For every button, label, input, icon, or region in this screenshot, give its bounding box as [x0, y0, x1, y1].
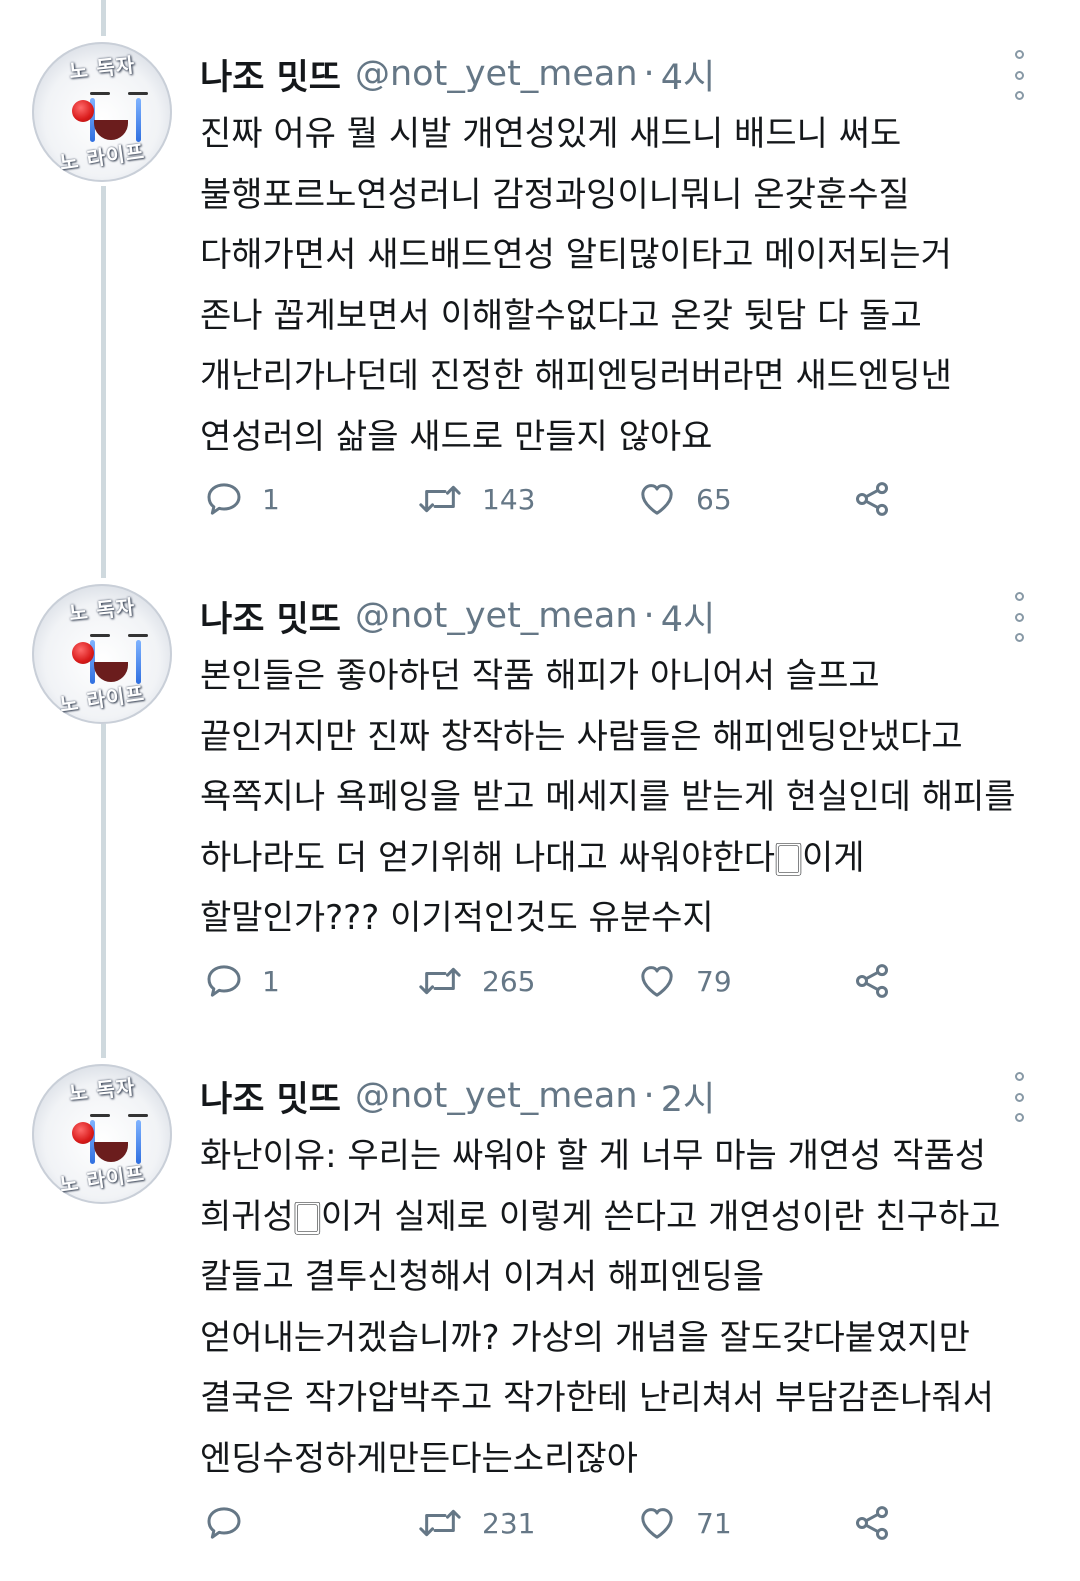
like-count: 71 — [696, 1506, 732, 1540]
reply-icon — [207, 1507, 241, 1539]
tweet-text-line: 욕쪽지나 욕페잉을 받고 메세지를 받는게 현실인데 해피를 — [200, 777, 1016, 817]
tweet-actions: 231 71 — [200, 1498, 920, 1548]
tweet-header: 나조 밋뜨 @not_yet_mean · 4시 — [200, 44, 715, 104]
avatar-caption: 노 독자 — [67, 594, 137, 626]
separator-dot: · — [643, 1076, 655, 1116]
more-icon[interactable] — [1006, 50, 1032, 100]
tweet-text-line: 결국은 작가압박주고 작가한테 난리쳐서 부담감존나줘서 — [200, 1378, 994, 1418]
more-icon[interactable] — [1006, 592, 1032, 642]
avatar[interactable]: 노 독자 노 라이프 — [32, 42, 172, 182]
separator-dot: · — [643, 54, 655, 94]
share-button[interactable] — [852, 956, 892, 1006]
display-name[interactable]: 나조 밋뜨 — [200, 49, 341, 100]
tweet[interactable]: 노 독자 노 라이프 나조 밋뜨 @not_yet_mean · 4시 본인들은… — [0, 584, 1080, 1024]
clown-nose — [72, 100, 94, 122]
tweet-text: 본인들은 좋아하던 작품 해피가 아니어서 슬프고 끝인거지만 진짜 창작하는 … — [200, 646, 1060, 949]
share-button[interactable] — [852, 474, 892, 524]
tweet-text-line: 할말인가??? 이기적인것도 유분수지 — [200, 898, 714, 938]
display-name[interactable]: 나조 밋뜨 — [200, 591, 341, 642]
tweet-text-line: 본인들은 좋아하던 작품 해피가 아니어서 슬프고 — [200, 656, 880, 696]
reply-count: 1 — [262, 482, 280, 516]
timestamp[interactable]: 4시 — [661, 49, 715, 100]
tweet-actions: 1 265 79 — [200, 956, 920, 1006]
heart-icon — [641, 1508, 673, 1539]
share-icon — [855, 964, 889, 998]
display-name[interactable]: 나조 밋뜨 — [200, 1071, 341, 1122]
tweet-header: 나조 밋뜨 @not_yet_mean · 4시 — [200, 586, 715, 646]
tweet[interactable]: 노 독자 노 라이프 나조 밋뜨 @not_yet_mean · 4시 진짜 어… — [0, 42, 1080, 542]
reply-count: 1 — [262, 964, 280, 998]
share-icon — [855, 482, 889, 516]
tweet-text-line: 끝인거지만 진짜 창작하는 사람들은 해피엔딩안냈다고 — [200, 716, 963, 757]
heart-icon — [641, 966, 673, 997]
like-count: 65 — [696, 482, 732, 516]
like-count: 79 — [696, 964, 732, 998]
tweet-text-line: 하나라도 더 얻기위해 나대고 싸워야한다🀆이게 — [200, 837, 865, 878]
avatar[interactable]: 노 독자 노 라이프 — [32, 584, 172, 724]
clown-nose — [72, 642, 94, 664]
avatar-caption: 노 라이프 — [58, 681, 147, 717]
like-button[interactable]: 79 — [636, 956, 732, 1006]
more-icon[interactable] — [1006, 1072, 1032, 1122]
avatar[interactable]: 노 독자 노 라이프 — [32, 1064, 172, 1204]
tweet-text-line: 희귀성🀆이거 실제로 이렇게 쓴다고 개연성이란 친구하고 — [200, 1196, 1001, 1237]
reply-button[interactable]: 1 — [204, 956, 280, 1006]
avatar-eye — [90, 92, 110, 95]
tweet-text-line: 개난리가나던데 진정한 해피엔딩러버라면 새드엔딩낸 — [200, 356, 952, 396]
retweet-button[interactable]: 143 — [416, 474, 535, 524]
like-button[interactable]: 71 — [636, 1498, 732, 1548]
tweet-text-line: 얻어내는거겠습니까? 가상의 개념을 잘도갖다붙였지만 — [200, 1317, 970, 1358]
avatar-eye — [90, 634, 110, 637]
tweet-text-line: 불행포르노연성러니 감정과잉이니뭐니 온갖훈수질 — [200, 174, 910, 215]
timestamp[interactable]: 2시 — [661, 1071, 715, 1122]
retweet-button[interactable]: 231 — [416, 1498, 535, 1548]
share-icon — [855, 1506, 889, 1540]
clown-nose — [72, 1122, 94, 1144]
avatar-eye — [128, 1114, 148, 1117]
tweet-text: 화난이유: 우리는 싸워야 할 게 너무 마늠 개연성 작품성 희귀성🀆이거 실… — [200, 1126, 1060, 1489]
retweet-icon — [419, 1509, 461, 1537]
avatar-caption: 노 독자 — [67, 1074, 137, 1106]
tweet-text: 진짜 어유 뭘 시발 개연성있게 새드니 배드니 써도 불행포르노연성러니 감정… — [200, 104, 1060, 467]
retweet-icon — [419, 967, 461, 995]
tweet-header: 나조 밋뜨 @not_yet_mean · 2시 — [200, 1066, 715, 1126]
avatar-eye — [90, 1114, 110, 1117]
reply-button[interactable]: 1 — [204, 474, 280, 524]
tweet-actions: 1 143 65 — [200, 474, 920, 524]
tweet-text-line: 다해가면서 새드배드연성 알티많이타고 메이저되는거 — [200, 235, 952, 275]
reply-icon — [207, 483, 241, 515]
heart-icon — [641, 484, 673, 515]
user-handle[interactable]: @not_yet_mean — [355, 54, 638, 94]
reply-icon — [207, 965, 241, 997]
timestamp[interactable]: 4시 — [661, 591, 715, 642]
tweet-text-line: 칼들고 결투신청해서 이겨서 해피엔딩을 — [200, 1257, 765, 1297]
tweet-text-line: 존나 꼽게보면서 이해할수없다고 온갖 뒷담 다 돌고 — [200, 295, 922, 336]
retweet-icon — [419, 485, 461, 513]
retweet-count: 143 — [482, 482, 536, 516]
tweet-text-line: 화난이유: 우리는 싸워야 할 게 너무 마늠 개연성 작품성 — [200, 1136, 987, 1176]
retweet-button[interactable]: 265 — [416, 956, 535, 1006]
avatar-caption: 노 라이프 — [58, 139, 147, 175]
retweet-count: 231 — [482, 1506, 536, 1540]
like-button[interactable]: 65 — [636, 474, 732, 524]
avatar-caption: 노 라이프 — [58, 1161, 147, 1197]
share-button[interactable] — [852, 1498, 892, 1548]
separator-dot: · — [643, 596, 655, 636]
tweet-text-line: 엔딩수정하게만든다는소리잖아 — [200, 1438, 638, 1479]
tweet-text-line: 연성러의 삶을 새드로 만들지 않아요 — [200, 416, 713, 457]
tweet[interactable]: 노 독자 노 라이프 나조 밋뜨 @not_yet_mean · 2시 화난이유… — [0, 1064, 1080, 1574]
tweet-text-line: 진짜 어유 뭘 시발 개연성있게 새드니 배드니 써도 — [200, 114, 902, 154]
avatar-eye — [128, 92, 148, 95]
reply-button[interactable] — [204, 1498, 262, 1548]
avatar-eye — [128, 634, 148, 637]
user-handle[interactable]: @not_yet_mean — [355, 596, 638, 636]
thread-connector — [101, 0, 106, 36]
avatar-caption: 노 독자 — [67, 52, 137, 84]
retweet-count: 265 — [482, 964, 536, 998]
user-handle[interactable]: @not_yet_mean — [355, 1076, 638, 1116]
